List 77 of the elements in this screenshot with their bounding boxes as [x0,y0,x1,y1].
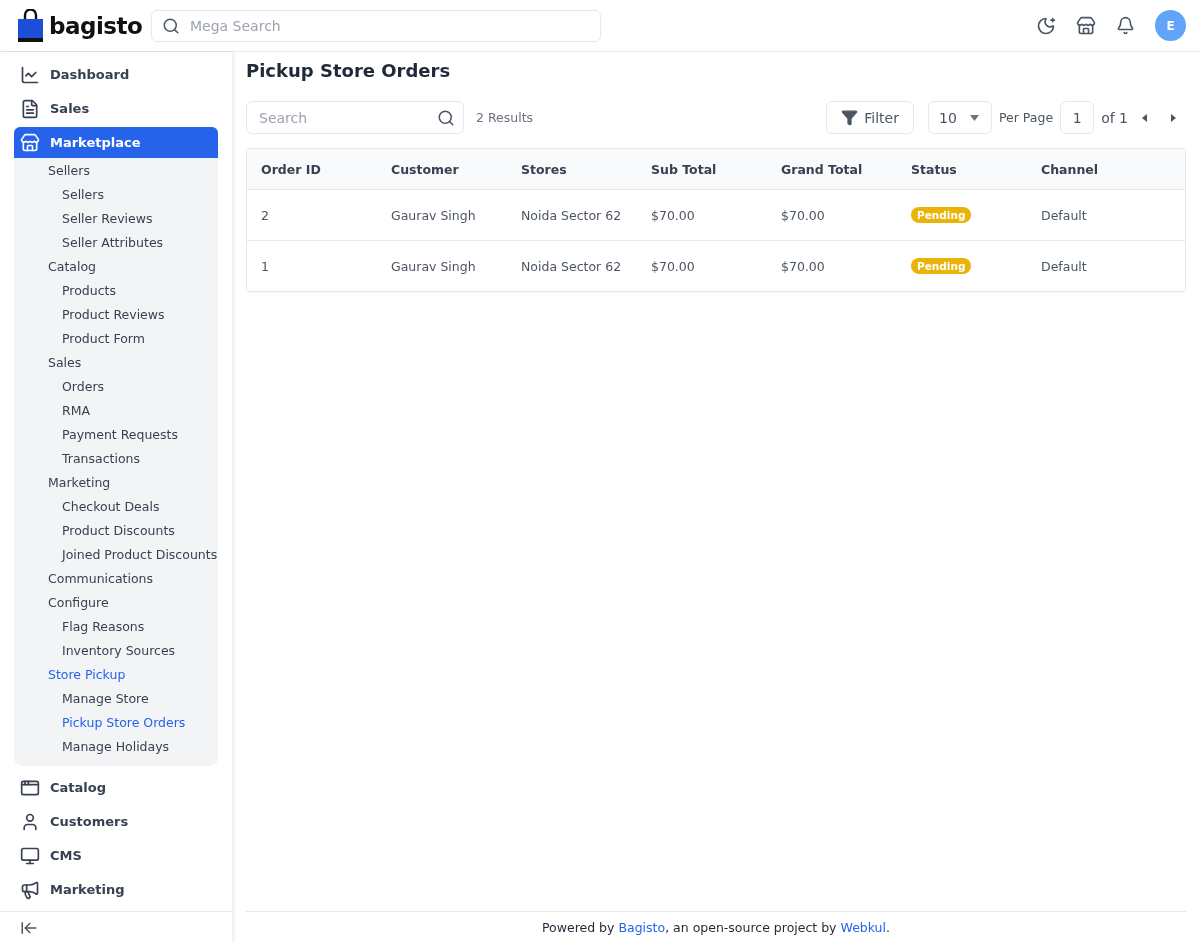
results-count: 2 Results [476,110,534,125]
search-field[interactable]: Search [257,108,437,127]
submenu-item[interactable]: Transactions [14,446,218,470]
column-header: Order ID [261,161,322,177]
sidebar-item[interactable]: Marketplace [14,127,218,158]
footer-text: Powered by Bagisto, an open-source project by Webkul. [542,920,890,935]
column-header: Stores [521,161,568,177]
submenu-item[interactable]: Pickup Store Orders [14,710,218,734]
table-cell-text: $70.00 [651,207,696,223]
table-cell-text: Gaurav Singh [391,207,477,223]
mega-search-box[interactable]: Mega Search [151,9,601,42]
submenu-item[interactable]: Inventory Sources [14,638,218,662]
submenu-item[interactable]: Products [14,278,218,302]
sidebar-item[interactable]: Customers [14,806,218,837]
webkul-link[interactable]: Webkul [840,920,886,935]
sidebar-item[interactable]: CMS [14,840,218,871]
table-cell-text: $70.00 [781,207,826,223]
submenu-item[interactable]: Seller Reviews [14,206,218,230]
store-icon[interactable] [1076,15,1096,36]
submenu-item[interactable]: Product Reviews [14,302,218,326]
sidebar-item[interactable]: Catalog [14,772,218,803]
submenu-item[interactable]: Seller Attributes [14,230,218,254]
submenu-item[interactable]: Checkout Deals [14,494,218,518]
sidebar-item[interactable]: Dashboard [14,59,218,90]
submenu-item[interactable]: Manage Store [14,686,218,710]
table-cell-text: Noida Sector 62 [521,207,623,223]
submenu-item[interactable]: Manage Holidays [14,734,218,758]
per-page-label: Per Page [998,110,1054,125]
submenu-item[interactable]: Flag Reasons [14,614,218,638]
table-cell-text: Noida Sector 62 [521,258,623,274]
submenu-item[interactable]: RMA [14,398,218,422]
filter-button[interactable]: Filter [826,101,914,134]
right-triangle-icon [1171,113,1176,122]
table-cell-text: $70.00 [651,258,696,274]
column-header: Channel [1041,161,1100,177]
caret-icon [969,114,979,121]
sidebar-item[interactable]: Sales [14,93,218,124]
submenu-item[interactable]: Product Form [14,326,218,350]
filter-icon [841,109,859,126]
notification-bell-icon[interactable] [1116,16,1135,35]
mega-search-field[interactable]: Mega Search [188,16,590,35]
bag-logo-icon [18,9,43,42]
table-cell-text: $70.00 [781,258,826,274]
search-box[interactable]: Search [246,101,464,134]
submenu-item[interactable]: Sellers [14,182,218,206]
table-cell-text: Default [1041,258,1088,274]
dark-mode-icon[interactable] [1036,15,1056,36]
column-header: Status [911,161,958,177]
search-icon [162,16,180,35]
column-header: Customer [391,161,460,177]
submenu-item[interactable]: Sales [14,350,218,374]
per-page-select[interactable]: 10 [927,101,992,134]
column-header: Sub Total [651,161,718,177]
search-icon [437,108,455,127]
submenu-item[interactable]: Store Pickup [14,662,218,686]
page-count: of 1 [1101,109,1128,126]
column-header: Grand Total [781,161,864,177]
logo-text: bagisto [49,12,143,39]
table-cell-text: 1 [261,258,270,274]
submenu-item[interactable]: Marketing [14,470,218,494]
page-number-field[interactable]: 1 [1060,101,1095,134]
submenu-item[interactable]: Joined Product Discounts [14,542,218,566]
submenu-item[interactable]: Configure [14,590,218,614]
sidebar-item[interactable]: Marketing [14,874,218,905]
status-badge: Pending [911,207,972,223]
submenu-item[interactable]: Orders [14,374,218,398]
left-triangle-icon [1142,113,1147,122]
submenu-item[interactable]: Sellers [14,158,218,182]
table-cell-text: Gaurav Singh [391,258,477,274]
submenu-item[interactable]: Catalog [14,254,218,278]
table-cell-text: 2 [261,207,270,223]
table-cell-text: Default [1041,207,1088,223]
status-badge: Pending [911,258,972,274]
submenu-item[interactable]: Product Discounts [14,518,218,542]
submenu-item[interactable]: Communications [14,566,218,590]
submenu-item[interactable]: Payment Requests [14,422,218,446]
page-title: Pickup Store Orders [246,60,452,81]
